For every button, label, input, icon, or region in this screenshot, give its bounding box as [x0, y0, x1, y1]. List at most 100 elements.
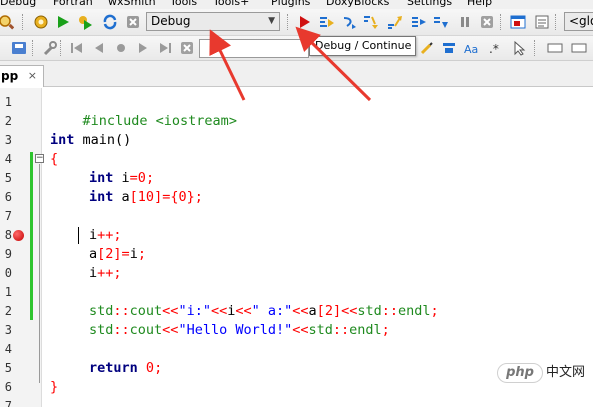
code-line-16: } [50, 379, 59, 395]
run-to-cursor-icon[interactable] [318, 13, 336, 31]
build-and-run-icon[interactable] [76, 13, 94, 31]
tab-label: pp [1, 69, 19, 83]
line-number: 2 [4, 304, 12, 318]
menu-tools[interactable]: Tools [170, 0, 197, 9]
menu-settings[interactable]: Settings [407, 0, 452, 9]
php-logo: php [497, 363, 543, 383]
line-number: 7 [4, 399, 12, 407]
menu-fortran[interactable]: Fortran [53, 0, 93, 9]
search-input[interactable] [199, 39, 309, 58]
various-info-icon[interactable] [533, 13, 551, 31]
code-line-8: i++; [89, 227, 122, 243]
prev-icon[interactable] [90, 39, 108, 57]
toolbar-separator [555, 14, 559, 30]
svg-text:.*: .* [489, 42, 499, 56]
svg-text:Aa: Aa [464, 43, 478, 56]
line-number: 3 [4, 133, 12, 147]
code-line-9: a[2]=i; [89, 246, 146, 262]
line-number: 0 [4, 266, 12, 280]
abort-icon[interactable] [124, 13, 142, 31]
code-line-3: int main() [50, 132, 132, 148]
code-line-15: return 0; [89, 360, 163, 376]
line-number: 7 [4, 209, 12, 223]
step-into-icon[interactable] [362, 13, 380, 31]
line-number: 4 [4, 152, 12, 166]
rebuild-icon[interactable] [101, 13, 119, 31]
stop-debugger-icon[interactable] [478, 13, 496, 31]
toolbar-main: Debug ▼ <glo [0, 9, 593, 36]
line-number: 6 [4, 380, 12, 394]
line-number: 4 [4, 342, 12, 356]
clear-search-icon[interactable] [178, 39, 196, 57]
line-number: 6 [4, 190, 12, 204]
breakpoint-icon[interactable] [13, 230, 24, 241]
panel-icon[interactable] [546, 39, 564, 57]
debug-continue-tooltip: Debug / Continue [309, 36, 416, 56]
line-number: 3 [4, 323, 12, 337]
build-gear-icon[interactable] [32, 13, 50, 31]
save-icon[interactable] [10, 39, 28, 57]
menu-tools-plus[interactable]: Tools+ [213, 0, 249, 9]
step-out-icon[interactable] [386, 13, 404, 31]
close-icon[interactable]: × [28, 66, 37, 86]
panel-icon-2[interactable] [570, 39, 588, 57]
symbol-scope-select[interactable]: <glo [564, 12, 593, 31]
next-bookmark-icon[interactable] [156, 39, 174, 57]
watermark-text: 中文网 [546, 365, 586, 380]
toolbar-separator [22, 14, 26, 30]
line-number: 9 [4, 247, 12, 261]
search-zoom-icon[interactable] [0, 13, 15, 31]
code-line-4: { [50, 151, 59, 167]
select-pointer-icon[interactable] [510, 39, 528, 57]
toolbar-separator [534, 40, 538, 56]
prev-bookmark-icon[interactable] [68, 39, 86, 57]
menu-doxyblocks[interactable]: DoxyBlocks [326, 0, 389, 9]
pause-icon[interactable] [456, 13, 474, 31]
step-into-instruction-icon[interactable] [432, 13, 450, 31]
toolbar-separator [500, 14, 504, 30]
toolbar-separator [32, 40, 36, 56]
settings-wrench-icon[interactable] [40, 39, 58, 57]
debug-windows-icon[interactable] [509, 13, 527, 31]
next-icon[interactable] [134, 39, 152, 57]
code-line-5: int i=0; [89, 170, 155, 186]
watermark: php 中文网 [497, 361, 585, 383]
symbol-scope-value: <glo [569, 14, 593, 28]
toolbar-separator [287, 14, 291, 30]
bookmark-dot-icon[interactable] [112, 39, 130, 57]
next-line-icon[interactable] [340, 13, 358, 31]
line-number: 2 [4, 114, 12, 128]
line-number: 8 [4, 228, 12, 242]
code-line-10: i++; [89, 265, 122, 281]
format-icon[interactable] [440, 39, 458, 57]
debug-continue-icon[interactable] [295, 13, 313, 31]
code-line-12: std::cout<<"i:"<<i<<" a:"<<a[2]<<std::en… [89, 303, 439, 319]
build-target-value: Debug [151, 14, 191, 28]
change-bar [30, 152, 33, 320]
next-instruction-icon[interactable] [410, 13, 428, 31]
line-number: 1 [4, 285, 12, 299]
tab-main-cpp[interactable]: pp × [0, 65, 44, 87]
highlight-pen-icon[interactable] [418, 39, 436, 57]
line-number: 1 [4, 95, 12, 109]
code-line-13: std::cout<<"Hello World!"<<std::endl; [89, 322, 390, 338]
menu-help[interactable]: Help [467, 0, 492, 9]
menu-bar: Debug Fortran wxSmith Tools Tools+ Plugi… [0, 0, 593, 9]
menu-plugins[interactable]: Plugins [271, 0, 310, 9]
fold-collapse-icon[interactable]: − [35, 154, 44, 163]
code-line-1: #include <iostream> [82, 113, 237, 129]
code-editor[interactable]: 1 2 3 4 5 6 7 8 9 0 1 2 3 4 5 6 7 − #inc… [0, 88, 593, 407]
chevron-down-icon: ▼ [268, 16, 275, 26]
run-icon[interactable] [54, 13, 72, 31]
toolbar-secondary: Aa .* [0, 36, 593, 61]
editor-tab-bar: pp × [0, 61, 593, 87]
menu-wxsmith[interactable]: wxSmith [108, 0, 156, 9]
text-cursor [78, 227, 79, 244]
toolbar-separator [60, 40, 64, 56]
line-number: 5 [4, 361, 12, 375]
regex-icon[interactable]: .* [486, 39, 504, 57]
code-line-6: int a[10]={0}; [89, 189, 203, 205]
menu-debug[interactable]: Debug [0, 0, 36, 9]
match-case-icon[interactable]: Aa [462, 39, 480, 57]
build-target-select[interactable]: Debug ▼ [146, 12, 280, 31]
